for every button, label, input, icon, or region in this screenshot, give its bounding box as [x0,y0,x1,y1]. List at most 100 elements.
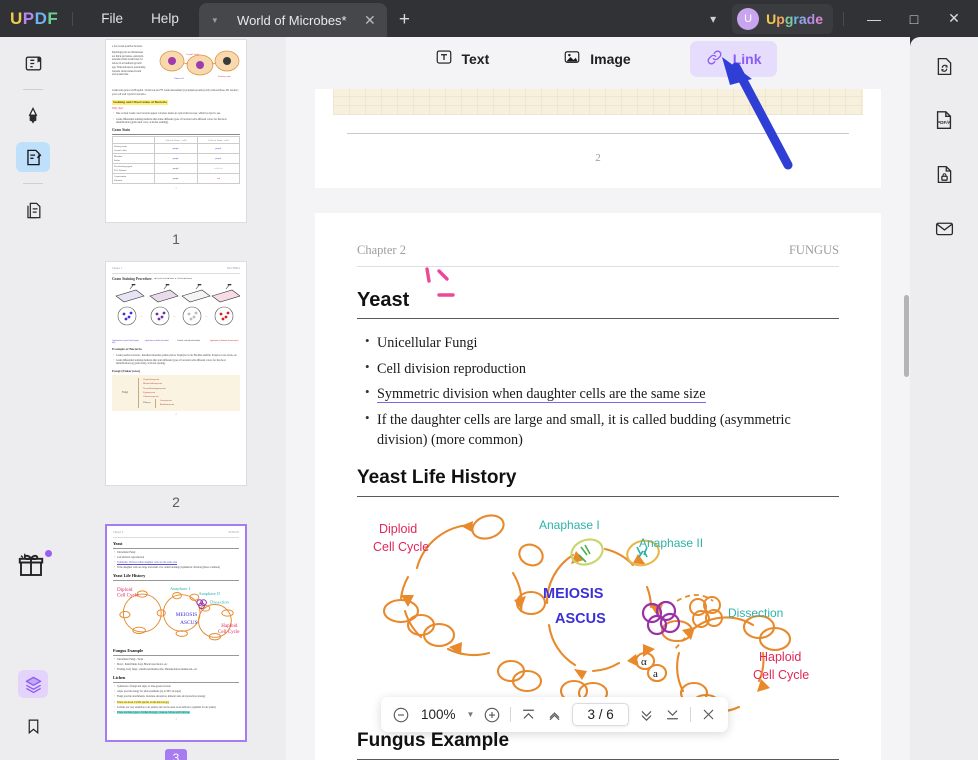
label-meiosis: MEIOSIS [543,586,604,602]
mp-subheading2: Fungi (Eukaryotes) [112,369,141,374]
doc-bullet-1-text: Unicellular Fungi [377,335,478,351]
highlighter-icon[interactable] [16,101,50,131]
reader-mode-icon[interactable] [16,48,50,78]
page-footer-rule [347,133,849,134]
mp-heading: Yeast [113,541,239,549]
page-navigation-toolbar: 100% ▼ 3 / 6 [381,697,728,732]
document-chapter: Chapter 2 [357,243,406,257]
mp-header-left: Chapter 2 [113,531,124,534]
menu-help[interactable]: Help [137,7,193,30]
bookmark-icon[interactable] [18,712,48,740]
tool-image[interactable]: Image [548,41,645,76]
mini-fungi-tree: Fungi Chytridiomycota Blastocladiomycota… [112,375,240,411]
tool-link[interactable]: Link [689,40,777,77]
thumbnail-page-1[interactable]: a few Gram positive bacteria. Peptidogly… [105,39,247,223]
document-viewport[interactable]: 2 Chapter 2 FUNGUS Yeast Unicellular Fun… [286,80,910,760]
document-scrollbar[interactable] [904,295,909,377]
svg-text:Dissection: Dissection [210,600,229,605]
mp-note: Why dye? [112,106,124,110]
mp-header: Chapter 2 FUNGUS [113,531,239,538]
upgrade-button[interactable]: U Upgrade [732,3,833,34]
protect-pdf-icon[interactable] [927,159,961,189]
tab-title: World of Microbes* [237,12,347,28]
thumbnail-page-2[interactable]: Chapter 1 BACTERIA Gram Staining Procedu… [105,261,247,486]
toolbar-divider-2 [689,707,691,722]
left-tool-rail [0,37,66,760]
edit-pdf-icon[interactable] [16,142,50,172]
chevron-down-icon[interactable]: ▾ [694,12,732,26]
plus-icon[interactable]: + [399,9,410,31]
mini-gram-table: Color of Gram + cells Color of Gram - ce… [112,136,241,185]
thumbnail-item-2[interactable]: Chapter 1 BACTERIA Gram Staining Procedu… [66,261,286,510]
document-page-2-bottom: 2 [315,89,881,188]
mp-heading: Staining and Observation of Bacteria [112,99,168,106]
svg-text:MEIOSIS: MEIOSIS [176,612,197,618]
last-page-icon[interactable] [664,706,681,723]
edit-toolbar: Text Image Link [286,37,910,80]
chevron-down-icon[interactable]: ▼ [467,710,475,719]
thumbnail-panel[interactable]: a few Gram positive bacteria. Peptidogly… [66,37,286,760]
label-diploid-cell-cycle: Cell Cycle [373,540,429,554]
mini-page-1: a few Gram positive bacteria. Peptidogly… [106,40,246,196]
zoom-level[interactable]: 100% [421,707,456,722]
updf-logo: U P D F [10,9,58,29]
gift-icon[interactable] [16,550,52,584]
upg-l5: d [806,10,816,27]
section-title-fungus-example: Fungus Example [357,729,510,751]
mp-subheading2: Fungus Example [113,648,239,656]
thumbnail-page-3[interactable]: Chapter 2 FUNGUS Yeast Unicellular Fungi… [105,524,247,742]
svg-text:Cell Cycle: Cell Cycle [117,592,139,598]
mini-page-3: Chapter 2 FUNGUS Yeast Unicellular Fungi… [107,526,245,726]
thumbnail-number-3: 3 [165,749,187,760]
mp-bullet: Cell division reproduction [114,556,239,560]
tool-text[interactable]: Text [420,41,505,76]
mp-th: Color of Gram + cells [153,136,198,145]
layers-icon[interactable] [18,670,48,698]
mp-subheading: Yeast Life History [113,573,239,582]
maximize-icon[interactable]: □ [894,11,934,27]
first-page-icon[interactable] [520,706,537,723]
chevron-down-icon[interactable]: ▼ [207,16,223,25]
mp-step-2: Alcohol wash (decolorization) [177,339,200,342]
logo-letter-p: P [22,8,35,28]
zoom-out-icon[interactable] [392,706,410,724]
mp-page-number: 1 [175,187,177,191]
page-organize-icon[interactable] [16,195,50,225]
doc-link-text[interactable]: Symmetric division when daughter cells a… [377,386,706,404]
close-icon[interactable] [700,706,717,723]
close-icon[interactable]: ✕ [934,10,974,27]
thumbnail-item-1[interactable]: a few Gram positive bacteria. Peptidogly… [66,37,286,247]
mp-subheading: Gram Stain [112,128,240,135]
zoom-in-icon[interactable] [483,706,501,724]
thumbnail-item-3[interactable]: Chapter 2 FUNGUS Yeast Unicellular Fungi… [66,524,286,760]
avatar: U [737,7,760,30]
doc-bullet-3[interactable]: Symmetric division when daughter cells a… [365,383,839,405]
tab-world-of-microbes[interactable]: ▼ World of Microbes* ✕ [198,3,387,37]
image-tool-icon [563,48,581,69]
menu-file[interactable]: File [87,7,137,30]
close-icon[interactable]: ✕ [361,12,379,29]
minimize-icon[interactable]: — [854,11,894,27]
title-bar: U P D F File Help ▼ World of Microbes* ✕… [0,0,978,37]
document-page-3[interactable]: Chapter 2 FUNGUS Yeast Unicellular Fungi… [315,213,881,760]
spark-marks-icon [425,267,455,297]
svg-text:a: a [653,668,658,680]
mp-bullet: Algae provide energy for photosynthesis … [114,690,239,694]
share-email-icon[interactable] [927,213,961,243]
pdfa-icon[interactable]: PDF/A [927,105,961,135]
convert-pdf-icon[interactable] [927,51,961,81]
prev-page-icon[interactable] [546,706,563,723]
page-indicator[interactable]: 3 / 6 [572,703,629,726]
svg-text:PDF/A: PDF/A [937,120,952,125]
page-footer-number: 2 [595,152,601,164]
mp-bullet-link: Symmetric division when daughter cells a… [114,561,239,565]
svg-text:Primary stain: Primary stain [218,75,232,78]
mini-bacteria-diagram: Crystal Violet Primary stain Gram cell [159,50,240,80]
mp-legend: ■ Crystal violet ■ Iodine ■ Alcohol ■ Sa… [154,277,193,280]
page-table-strip [333,89,863,115]
mp-tree-item: Dikarya [143,401,151,405]
text-tool-icon [435,48,453,69]
next-page-icon[interactable] [638,706,655,723]
mp-bullet: Fungi provide attachments, moisture abso… [114,695,239,699]
rail-divider [23,89,43,90]
